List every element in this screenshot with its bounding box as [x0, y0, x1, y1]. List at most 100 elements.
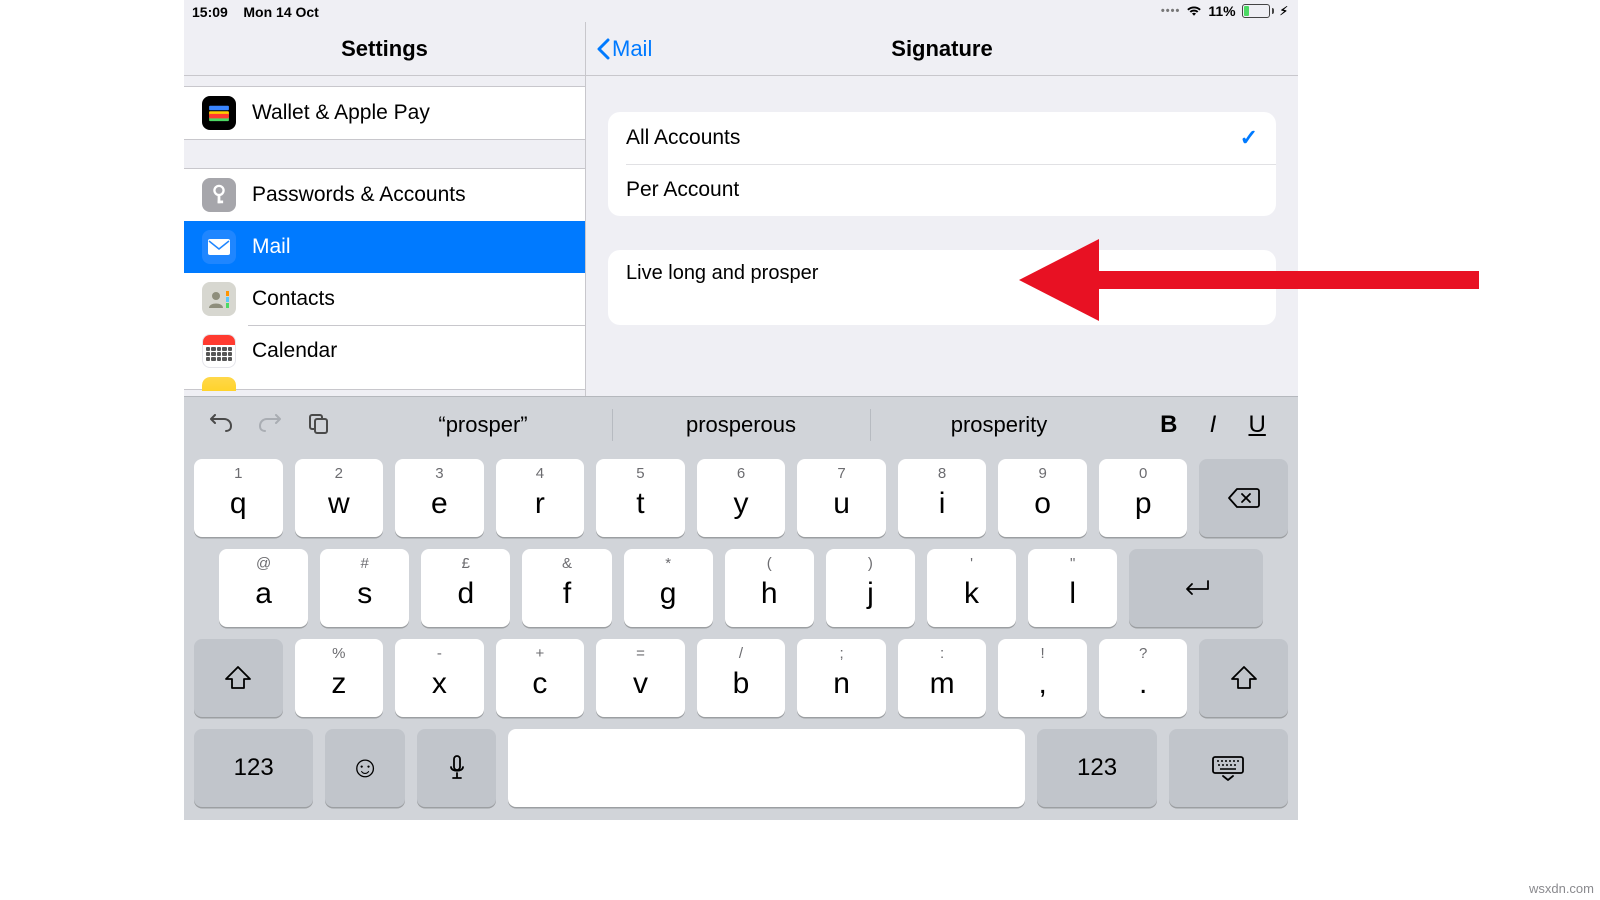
checkmark-icon: ✓	[1240, 125, 1258, 151]
option-per-account[interactable]: Per Account	[608, 164, 1276, 216]
key-a[interactable]: @a	[219, 549, 308, 627]
backspace-key[interactable]	[1199, 459, 1288, 537]
key-y[interactable]: 6y	[697, 459, 786, 537]
key-u[interactable]: 7u	[797, 459, 886, 537]
keyboard-row-2: @a#s£d&f*g(h)j'k"l	[194, 549, 1288, 627]
settings-row-notes-partial[interactable]	[184, 377, 585, 389]
option-all-accounts[interactable]: All Accounts ✓	[608, 112, 1276, 164]
key-n[interactable]: ;n	[797, 639, 886, 717]
key-main: t	[636, 487, 644, 521]
keyboard-row-3: %z-x+c=v/b;n:m!,?.	[194, 639, 1288, 717]
key-main: h	[761, 577, 778, 611]
key-main: ,	[1038, 667, 1046, 701]
key-main: n	[833, 667, 850, 701]
key-q[interactable]: 1q	[194, 459, 283, 537]
dismiss-keyboard-key[interactable]	[1169, 729, 1288, 807]
settings-row-mail[interactable]: Mail	[184, 221, 585, 273]
detail-title: Signature	[586, 36, 1298, 62]
space-key[interactable]	[508, 729, 1025, 807]
key-.[interactable]: ?.	[1099, 639, 1188, 717]
microphone-icon	[448, 755, 466, 781]
key-s[interactable]: #s	[320, 549, 409, 627]
clipboard-button[interactable]	[307, 412, 329, 439]
italic-button[interactable]: I	[1210, 411, 1217, 439]
key-main: a	[255, 577, 272, 611]
numbers-key-right[interactable]: 123	[1037, 729, 1156, 807]
battery-icon	[1242, 4, 1274, 18]
settings-row-calendar[interactable]: Calendar	[184, 325, 585, 377]
underline-button[interactable]: U	[1248, 411, 1265, 439]
settings-row-label: Calendar	[252, 339, 337, 363]
keyboard-toolbar: “prosper” prosperous prosperity B I U	[184, 397, 1298, 453]
key-j[interactable]: )j	[826, 549, 915, 627]
key-main: u	[833, 487, 850, 521]
key-c[interactable]: +c	[496, 639, 585, 717]
numbers-key-left[interactable]: 123	[194, 729, 313, 807]
key-l[interactable]: "l	[1028, 549, 1117, 627]
key-alt: %	[332, 645, 345, 662]
key-main: x	[432, 667, 447, 701]
suggestion-2[interactable]: prosperous	[612, 397, 870, 453]
key-f[interactable]: &f	[522, 549, 611, 627]
key-i[interactable]: 8i	[898, 459, 987, 537]
key-main: l	[1069, 577, 1076, 611]
signature-editor[interactable]: Live long and prosper	[608, 250, 1276, 325]
status-bar: 15:09 Mon 14 Oct •••• 11% ⚡︎	[184, 0, 1298, 22]
settings-row-label: Passwords & Accounts	[252, 183, 466, 207]
key-main: g	[660, 577, 677, 611]
shift-key[interactable]	[1199, 639, 1288, 717]
key-b[interactable]: /b	[697, 639, 786, 717]
key-main: i	[939, 487, 946, 521]
key-w[interactable]: 2w	[295, 459, 384, 537]
key-main: c	[532, 667, 547, 701]
shift-key[interactable]	[194, 639, 283, 717]
key-t[interactable]: 5t	[596, 459, 685, 537]
key-,[interactable]: !,	[998, 639, 1087, 717]
battery-percent: 11%	[1208, 3, 1235, 19]
key-alt: ?	[1139, 645, 1147, 662]
emoji-key[interactable]: ☺	[325, 729, 405, 807]
suggestion-1[interactable]: “prosper”	[354, 397, 612, 453]
key-alt: #	[361, 555, 369, 572]
settings-row-label: Mail	[252, 235, 291, 259]
key-p[interactable]: 0p	[1099, 459, 1188, 537]
key-main: y	[734, 487, 749, 521]
key-m[interactable]: :m	[898, 639, 987, 717]
signature-text: Live long and prosper	[626, 262, 818, 284]
wallet-icon	[202, 96, 236, 130]
mail-icon	[202, 230, 236, 264]
charging-icon: ⚡︎	[1280, 4, 1288, 18]
key-main: w	[328, 487, 350, 521]
key-k[interactable]: 'k	[927, 549, 1016, 627]
key-main: o	[1034, 487, 1051, 521]
key-icon	[202, 178, 236, 212]
dictation-key[interactable]	[417, 729, 497, 807]
key-alt: 7	[837, 465, 845, 482]
key-r[interactable]: 4r	[496, 459, 585, 537]
suggestion-3[interactable]: prosperity	[870, 397, 1128, 453]
key-z[interactable]: %z	[295, 639, 384, 717]
undo-button[interactable]	[209, 414, 233, 437]
key-o[interactable]: 9o	[998, 459, 1087, 537]
return-key[interactable]	[1129, 549, 1263, 627]
bold-button[interactable]: B	[1160, 411, 1177, 439]
shift-icon	[1230, 665, 1258, 691]
key-main: p	[1135, 487, 1152, 521]
settings-header: Settings	[184, 22, 585, 76]
key-v[interactable]: =v	[596, 639, 685, 717]
key-x[interactable]: -x	[395, 639, 484, 717]
key-alt: 1	[234, 465, 242, 482]
detail-header: Mail Signature	[586, 22, 1298, 76]
settings-row-contacts[interactable]: Contacts	[184, 273, 585, 325]
key-d[interactable]: £d	[421, 549, 510, 627]
key-g[interactable]: *g	[624, 549, 713, 627]
key-main: s	[357, 577, 372, 611]
redo-button[interactable]	[258, 414, 282, 437]
key-h[interactable]: (h	[725, 549, 814, 627]
settings-row-wallet[interactable]: Wallet & Apple Pay	[184, 87, 585, 139]
settings-row-passwords[interactable]: Passwords & Accounts	[184, 169, 585, 221]
keyboard-row-1: 1q2w3e4r5t6y7u8i9o0p	[194, 459, 1288, 537]
key-main: b	[733, 667, 750, 701]
key-e[interactable]: 3e	[395, 459, 484, 537]
option-label: Per Account	[626, 178, 739, 202]
